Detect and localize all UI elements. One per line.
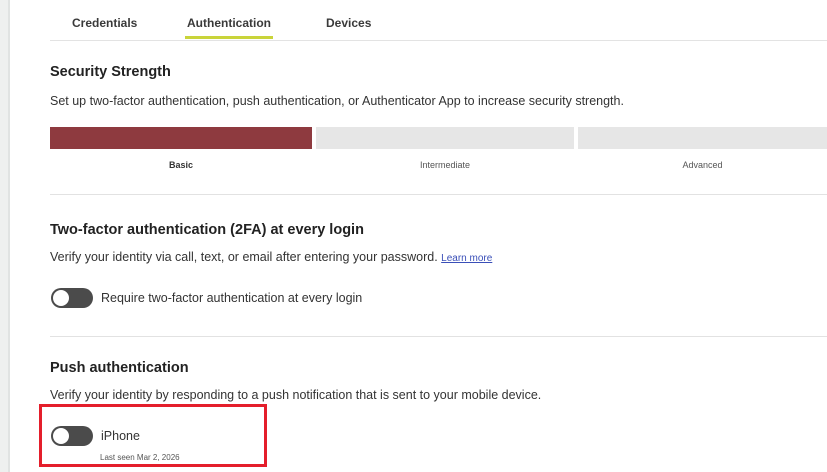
learn-more-link[interactable]: Learn more xyxy=(441,253,492,264)
push-auth-description: Verify your identity by responding to a … xyxy=(50,388,542,402)
tab-credentials[interactable]: Credentials xyxy=(72,16,137,30)
security-strength-title: Security Strength xyxy=(50,64,171,80)
section-divider xyxy=(50,336,827,337)
two-factor-toggle-label: Require two-factor authentication at eve… xyxy=(101,291,363,305)
tab-bar: Credentials Authentication Devices xyxy=(50,0,827,41)
strength-segment-intermediate xyxy=(316,127,574,149)
left-rail-divider xyxy=(8,0,10,472)
strength-label-advanced: Advanced xyxy=(682,160,723,170)
strength-segment-advanced xyxy=(578,127,827,149)
highlight-annotation-box xyxy=(39,404,267,467)
two-factor-title: Two-factor authentication (2FA) at every… xyxy=(50,222,364,238)
two-factor-description: Verify your identity via call, text, or … xyxy=(50,250,492,264)
strength-segment-basic xyxy=(50,127,312,149)
security-strength-description: Set up two-factor authentication, push a… xyxy=(50,94,624,108)
two-factor-toggle[interactable] xyxy=(51,288,93,308)
strength-label-intermediate: Intermediate xyxy=(419,160,471,170)
security-strength-meter xyxy=(50,127,827,149)
push-auth-title: Push authentication xyxy=(50,360,189,376)
tab-devices[interactable]: Devices xyxy=(326,16,371,30)
two-factor-description-text: Verify your identity via call, text, or … xyxy=(50,250,438,264)
strength-label-basic: Basic xyxy=(168,160,194,170)
section-divider xyxy=(50,194,827,195)
tab-authentication[interactable]: Authentication xyxy=(185,16,273,39)
toggle-knob xyxy=(53,290,69,306)
